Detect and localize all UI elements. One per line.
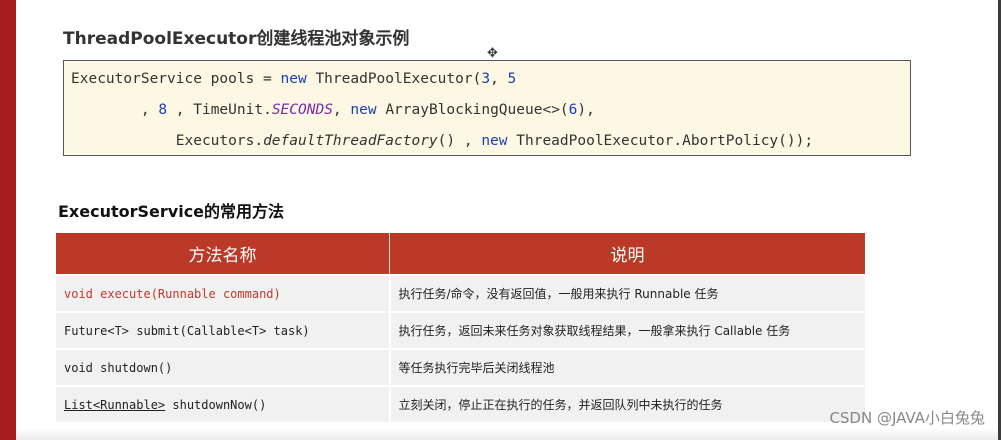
method-cell: void execute(Runnable command)	[56, 274, 391, 312]
slide-bottom-shade	[16, 428, 998, 440]
code-text: () ,	[437, 133, 482, 149]
code-text: ArrayBlockingQueue<>(	[376, 102, 569, 118]
code-text: , TimeUnit.	[167, 102, 272, 118]
method-cell: List<Runnable> shutdownNow()	[56, 385, 391, 422]
code-constant: SECONDS	[271, 102, 333, 118]
method-cell: Future<T> submit(Callable<T> task)	[56, 311, 391, 349]
slide-title: ThreadPoolExecutor创建线程池对象示例	[63, 29, 410, 49]
watermark: CSDN @JAVA小白兔兔	[829, 409, 985, 427]
code-text: ,	[71, 102, 159, 118]
section-title: ExecutorService的常用方法	[58, 202, 285, 221]
code-line-2: , 8 , TimeUnit.SECONDS, new ArrayBlockin…	[71, 102, 595, 118]
code-text: ThreadPoolExecutor.AbortPolicy());	[507, 133, 814, 149]
code-block: ExecutorService pools = new ThreadPoolEx…	[63, 60, 911, 156]
description-cell: 等任务执行完毕后关闭线程池	[389, 348, 865, 386]
method-cell: void shutdown()	[56, 348, 391, 386]
header-description: 说明	[389, 233, 865, 275]
code-method: defaultThreadFactory	[263, 133, 438, 149]
code-line-3: Executors.defaultThreadFactory() , new T…	[71, 133, 813, 149]
table-row: void execute(Runnable command) 执行任务/命令，没…	[56, 274, 865, 312]
table-header-row: 方法名称 说明	[56, 233, 865, 275]
description-cell: 执行任务/命令，没有返回值，一般用来执行 Runnable 任务	[389, 274, 865, 312]
methods-table: 方法名称 说明 void execute(Runnable command) 执…	[56, 233, 865, 422]
header-method-name: 方法名称	[56, 233, 390, 275]
code-keyword: new	[280, 71, 307, 87]
move-cursor-icon: ✥	[487, 46, 498, 61]
table-row: void shutdown() 等任务执行完毕后关闭线程池	[56, 348, 865, 386]
description-cell: 执行任务，返回未来任务对象获取线程结果，一般拿来执行 Callable 任务	[389, 311, 865, 349]
code-number: 8	[158, 102, 168, 118]
code-text: ExecutorService pools =	[71, 71, 281, 87]
slide-left-accent-bar	[0, 0, 16, 440]
code-text: ThreadPoolExecutor(	[306, 71, 482, 87]
method-name: shutdownNow()	[165, 397, 267, 412]
code-keyword: new	[350, 102, 377, 118]
code-text: ,	[490, 71, 508, 87]
table-row: Future<T> submit(Callable<T> task) 执行任务，…	[56, 311, 865, 349]
code-text: ,	[332, 102, 351, 118]
code-number: 5	[507, 71, 517, 87]
description-cell: 立刻关闭，停止正在执行的任务，并返回队列中未执行的任务	[389, 385, 865, 422]
code-text: Executors.	[71, 133, 264, 149]
code-keyword: new	[481, 133, 508, 149]
code-line-1: ExecutorService pools = new ThreadPoolEx…	[71, 71, 516, 87]
code-text: ),	[577, 102, 595, 118]
method-type-underlined: List<Runnable>	[64, 397, 166, 412]
table-row: List<Runnable> shutdownNow() 立刻关闭，停止正在执行…	[56, 385, 865, 422]
code-number: 3	[481, 71, 491, 87]
